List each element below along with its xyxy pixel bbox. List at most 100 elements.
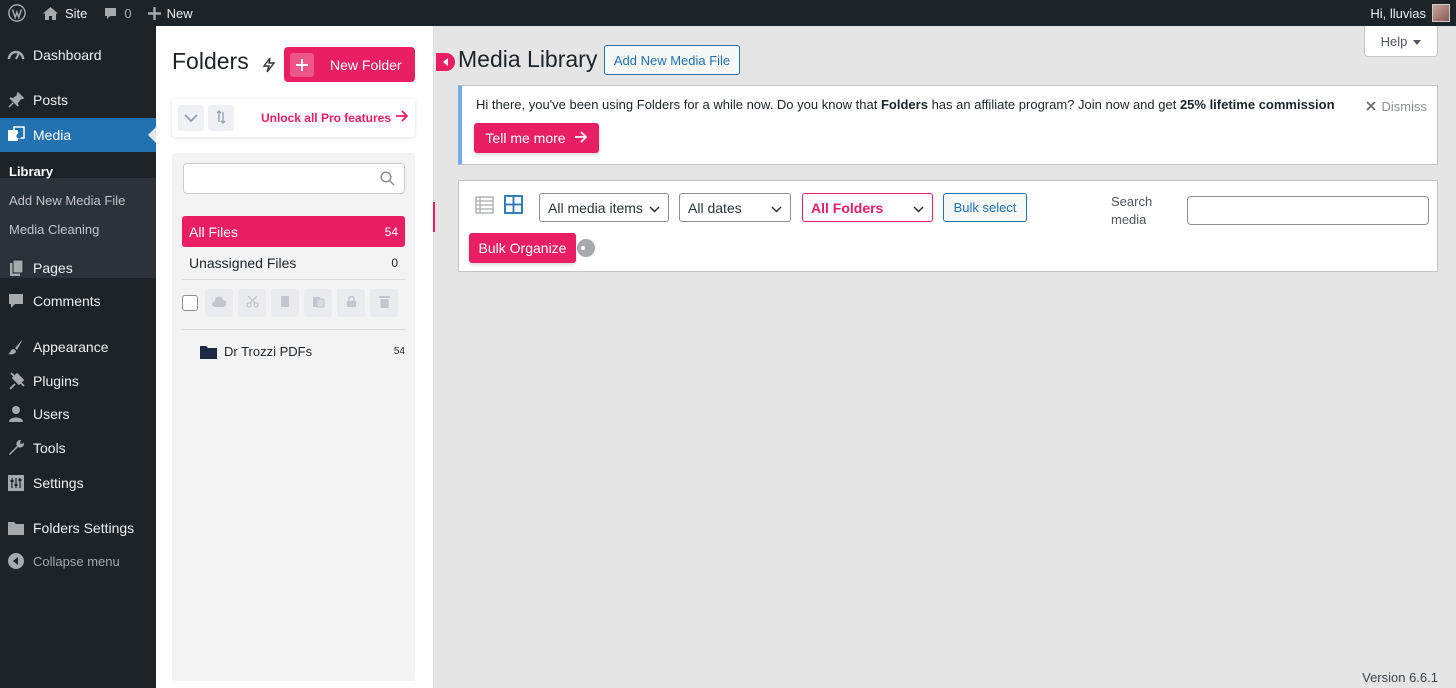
folder-list-box: All Files 54 Unassigned Files 0 Dr Trozz… xyxy=(172,153,415,681)
comment-bubble-icon xyxy=(6,291,26,311)
media-type-select[interactable]: All media items xyxy=(539,193,669,222)
menu-media[interactable]: Media xyxy=(0,118,156,152)
page-title: Media Library xyxy=(458,46,598,72)
notice-text-part: has an affiliate program? Join now and g… xyxy=(927,97,1180,112)
close-icon xyxy=(1365,99,1376,114)
unassigned-label: Unassigned Files xyxy=(189,254,297,271)
sort-arrows-icon xyxy=(216,109,226,127)
user-account[interactable]: Hi, lluvias xyxy=(1370,0,1450,26)
collapse-panel-toggle[interactable] xyxy=(436,53,455,71)
paintbrush-icon xyxy=(6,337,26,357)
select-all-checkbox[interactable] xyxy=(182,295,198,311)
bulk-select-button[interactable]: Bulk select xyxy=(943,193,1027,222)
menu-comments[interactable]: Comments xyxy=(0,284,156,318)
folder-icon xyxy=(200,345,217,359)
panel-resize-handle[interactable] xyxy=(433,202,435,232)
dismiss-button[interactable]: Dismiss xyxy=(1365,99,1427,114)
menu-pages[interactable]: Pages xyxy=(0,251,156,285)
menu-label: Appearance xyxy=(33,339,109,355)
pages-icon xyxy=(6,258,26,278)
unassigned-count: 0 xyxy=(391,255,398,270)
comment-bubble-icon xyxy=(103,6,118,21)
chevron-down-icon xyxy=(184,111,198,126)
site-link[interactable]: Site xyxy=(34,0,95,26)
folder-search-input[interactable] xyxy=(183,163,405,194)
lock-icon xyxy=(346,295,357,311)
new-content-link[interactable]: New xyxy=(140,0,201,26)
folder-toolbar: Unlock all Pro features xyxy=(172,99,415,137)
menu-folders-settings[interactable]: Folders Settings xyxy=(0,511,156,545)
menu-label: Pages xyxy=(33,260,73,276)
home-icon xyxy=(42,6,59,21)
notice-bold-part: Folders xyxy=(880,97,928,112)
grid-view-icon xyxy=(503,195,523,217)
tell-me-more-button[interactable]: Tell me more xyxy=(474,123,599,153)
comments-link[interactable]: 0 xyxy=(95,0,139,26)
collapse-menu-button[interactable]: Collapse menu xyxy=(0,544,156,578)
arrow-right-icon xyxy=(574,130,588,146)
sort-button[interactable] xyxy=(208,105,234,131)
menu-label: Folders Settings xyxy=(33,520,135,536)
lock-button[interactable] xyxy=(337,289,365,317)
menu-plugins[interactable]: Plugins xyxy=(0,364,156,398)
avatar xyxy=(1432,4,1450,22)
folder-select[interactable]: All Folders xyxy=(802,193,933,222)
unassigned-files-item[interactable]: Unassigned Files 0 xyxy=(182,247,405,278)
chevron-down-icon xyxy=(913,200,924,216)
divider xyxy=(182,329,405,330)
dashboard-icon xyxy=(6,45,26,65)
menu-tools[interactable]: Tools xyxy=(0,431,156,465)
plug-icon xyxy=(6,371,26,391)
add-new-media-button[interactable]: Add New Media File xyxy=(604,45,740,75)
expand-all-button[interactable] xyxy=(178,105,204,131)
cut-button[interactable] xyxy=(238,289,266,317)
upload-button[interactable] xyxy=(205,289,233,317)
menu-label: Users xyxy=(33,406,70,422)
date-select[interactable]: All dates xyxy=(679,193,791,222)
bulk-organize-toggle[interactable] xyxy=(577,239,595,257)
grid-view-button[interactable] xyxy=(503,195,523,217)
all-files-label: All Files xyxy=(189,223,239,240)
lightning-icon[interactable] xyxy=(262,57,276,76)
date-value: All dates xyxy=(688,199,742,216)
notice-bold-part: 25% lifetime commission xyxy=(1179,97,1335,112)
media-toolbar: All media items All dates All Folders Bu… xyxy=(458,180,1438,272)
divider xyxy=(182,279,405,280)
folder-name: Dr Trozzi PDFs xyxy=(224,344,313,359)
list-view-button[interactable] xyxy=(474,195,494,216)
menu-label: Posts xyxy=(33,92,69,108)
version-footer: Version 6.6.1 xyxy=(1362,670,1438,685)
submenu-add-new[interactable]: Add New Media File xyxy=(9,193,125,208)
paste-button[interactable] xyxy=(304,289,332,317)
menu-settings[interactable]: Settings xyxy=(0,466,156,500)
delete-button[interactable] xyxy=(370,289,398,317)
search-media-input[interactable] xyxy=(1187,196,1429,225)
unlock-pro-link[interactable]: Unlock all Pro features xyxy=(261,110,409,125)
menu-appearance[interactable]: Appearance xyxy=(0,330,156,364)
menu-dashboard[interactable]: Dashboard xyxy=(0,38,156,72)
new-folder-button[interactable]: New Folder xyxy=(284,47,415,82)
new-label: New xyxy=(166,5,193,21)
media-type-value: All media items xyxy=(548,199,643,216)
site-label: Site xyxy=(65,5,88,21)
menu-posts[interactable]: Posts xyxy=(0,83,156,117)
bulk-organize-button[interactable]: Bulk Organize xyxy=(469,233,576,263)
copy-button[interactable] xyxy=(271,289,299,317)
submenu-media-cleaning[interactable]: Media Cleaning xyxy=(9,222,99,237)
collapse-arrow-icon xyxy=(6,551,26,571)
scissors-icon xyxy=(245,295,259,311)
new-folder-label: New Folder xyxy=(330,56,402,73)
menu-label: Plugins xyxy=(33,373,79,389)
pin-icon xyxy=(6,90,26,110)
help-button[interactable]: Help xyxy=(1364,26,1438,57)
cloud-upload-icon xyxy=(212,295,227,311)
menu-users[interactable]: Users xyxy=(0,397,156,431)
caret-down-icon xyxy=(1413,34,1422,49)
copy-icon xyxy=(279,295,291,311)
folder-item[interactable]: Dr Trozzi PDFs 54 xyxy=(200,344,405,359)
all-files-item[interactable]: All Files 54 xyxy=(182,216,405,247)
wordpress-logo[interactable] xyxy=(0,0,34,26)
submenu-library[interactable]: Library xyxy=(9,164,53,179)
admin-menu: Dashboard Posts Media Library Add New Me… xyxy=(0,26,156,688)
menu-label: Dashboard xyxy=(33,47,102,63)
